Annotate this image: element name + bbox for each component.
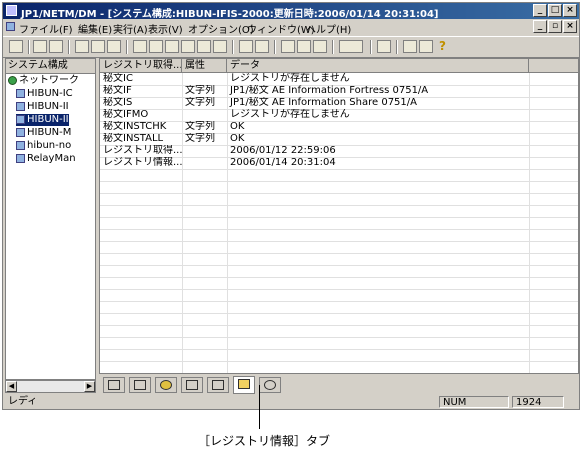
tile-icon[interactable] bbox=[403, 40, 417, 53]
column-header-attribute[interactable]: 属性 bbox=[182, 59, 227, 73]
menu-view[interactable]: 表示(V) bbox=[148, 21, 183, 36]
main-window: JP1/NETM/DM - [システム構成:HIBUN-IFIS-2000:更新… bbox=[2, 2, 580, 410]
tab-device-info[interactable] bbox=[129, 377, 151, 393]
package-icon[interactable] bbox=[181, 40, 195, 53]
tree-item[interactable]: HIBUN-IC bbox=[16, 88, 73, 100]
mdi-minimize-button[interactable]: _ bbox=[533, 20, 547, 33]
list-view-icon[interactable] bbox=[75, 40, 89, 53]
status-bar: レディ NUM 1924 bbox=[3, 395, 579, 409]
move-icon[interactable] bbox=[213, 40, 227, 53]
menu-help[interactable]: ヘルプ(H) bbox=[306, 21, 351, 36]
cascade-icon[interactable] bbox=[419, 40, 433, 53]
maximize-button[interactable]: □ bbox=[548, 4, 562, 17]
print-preview-icon[interactable] bbox=[49, 40, 63, 53]
refresh-icon[interactable] bbox=[9, 40, 23, 53]
inventory-icon bbox=[186, 380, 198, 390]
menu-run[interactable]: 実行(A) bbox=[113, 21, 148, 36]
system-info-icon bbox=[108, 380, 120, 390]
properties-icon[interactable] bbox=[281, 40, 295, 53]
tab-system-info[interactable] bbox=[103, 377, 125, 393]
history-icon bbox=[264, 380, 276, 390]
scroll-left-arrow-icon[interactable]: ◀ bbox=[6, 381, 17, 392]
report-icon[interactable] bbox=[297, 40, 311, 53]
menu-bar: ファイル(F) 編集(E) 実行(A) 表示(V) オプション(O) ウィンドウ… bbox=[3, 19, 579, 36]
callout-caption: ［レジストリ情報］タブ bbox=[198, 434, 331, 448]
detail-view-icon[interactable] bbox=[91, 40, 105, 53]
menu-window[interactable]: ウィンドウ(W) bbox=[247, 21, 315, 36]
mdi-close-button[interactable]: × bbox=[563, 20, 577, 33]
tab-inventory[interactable] bbox=[181, 377, 203, 393]
computer-icon bbox=[16, 88, 25, 98]
tree-horizontal-scrollbar[interactable]: ◀ ▶ bbox=[5, 380, 96, 393]
sort-icon[interactable] bbox=[255, 40, 269, 53]
title-bar[interactable]: JP1/NETM/DM - [システム構成:HIBUN-IFIS-2000:更新… bbox=[3, 3, 579, 20]
large-icon-view-icon[interactable] bbox=[107, 40, 121, 53]
new-window-icon[interactable] bbox=[377, 40, 391, 53]
delete-icon[interactable] bbox=[197, 40, 211, 53]
window-title: JP1/NETM/DM - [システム構成:HIBUN-IFIS-2000:更新… bbox=[21, 9, 439, 20]
device-info-icon bbox=[134, 380, 146, 390]
document-icon[interactable] bbox=[6, 22, 15, 31]
minimize-button[interactable]: _ bbox=[533, 4, 547, 17]
search-icon[interactable] bbox=[239, 40, 253, 53]
tree-item[interactable]: RelayMan bbox=[16, 153, 76, 165]
column-header-data[interactable]: データ bbox=[227, 59, 529, 73]
tab-software-info[interactable] bbox=[155, 377, 177, 393]
tree-item-selected[interactable]: HIBUN-II bbox=[16, 114, 69, 126]
tree-item[interactable]: HIBUN-II bbox=[16, 101, 69, 113]
view-tab-bar bbox=[99, 375, 579, 395]
computer-icon bbox=[16, 153, 25, 163]
tab-history[interactable] bbox=[259, 377, 281, 393]
mdi-restore-button[interactable]: ▫ bbox=[548, 20, 562, 33]
menu-edit[interactable]: 編集(E) bbox=[78, 21, 112, 36]
status-text: レディ bbox=[8, 396, 38, 407]
menu-file[interactable]: ファイル(F) bbox=[19, 21, 73, 36]
computer-icon bbox=[16, 140, 25, 150]
registry-info-icon bbox=[238, 379, 250, 389]
tab-user-info[interactable] bbox=[207, 377, 229, 393]
computer-icon bbox=[16, 114, 25, 124]
empty-row bbox=[100, 349, 578, 362]
status-num: NUM bbox=[439, 396, 509, 408]
computer-icon bbox=[16, 127, 25, 137]
folder-icon[interactable] bbox=[165, 40, 179, 53]
software-info-icon bbox=[160, 380, 172, 390]
dropdown-tool-icon[interactable] bbox=[339, 40, 363, 53]
user-info-icon bbox=[212, 380, 224, 390]
system-tree-pane: システム構成 ネットワーク HIBUN-IC HIBUN-II HIBUN-II… bbox=[5, 58, 96, 380]
menu-options[interactable]: オプション(O) bbox=[188, 21, 254, 36]
toolbar: ? bbox=[3, 36, 579, 58]
scroll-right-arrow-icon[interactable]: ▶ bbox=[84, 381, 95, 392]
add-host-icon[interactable] bbox=[133, 40, 147, 53]
print-icon[interactable] bbox=[33, 40, 47, 53]
add-group-icon[interactable] bbox=[149, 40, 163, 53]
app-icon[interactable] bbox=[6, 5, 17, 16]
tree-item[interactable]: HIBUN-M bbox=[16, 127, 71, 139]
help-icon[interactable]: ? bbox=[439, 40, 453, 53]
tree-item[interactable]: hibun-no bbox=[16, 140, 71, 152]
settings-icon[interactable] bbox=[313, 40, 327, 53]
computer-icon bbox=[16, 101, 25, 111]
registry-list: レジストリ取得... 属性 データ 秘文IC レジストリが存在しません 秘文IF… bbox=[99, 58, 579, 374]
column-header-empty bbox=[529, 59, 578, 73]
tab-registry-info[interactable] bbox=[233, 376, 255, 394]
network-icon bbox=[8, 75, 17, 85]
tree-header: システム構成 bbox=[6, 59, 95, 74]
status-resolution: 1924 bbox=[512, 396, 564, 408]
tree-root-label: ネットワーク bbox=[19, 75, 79, 86]
tree-root[interactable]: ネットワーク bbox=[8, 75, 79, 87]
column-header-name[interactable]: レジストリ取得... bbox=[100, 59, 182, 73]
callout-line bbox=[259, 385, 260, 429]
close-button[interactable]: × bbox=[563, 4, 577, 17]
